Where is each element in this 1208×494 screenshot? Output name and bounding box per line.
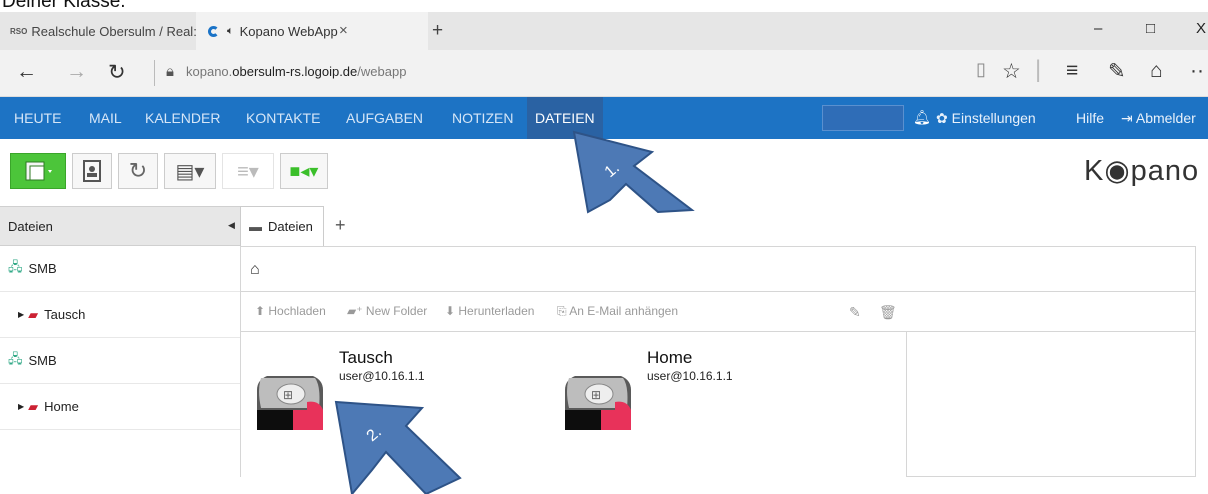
logout-button[interactable]: ⇥ Abmelder: [1121, 110, 1196, 127]
share-icon[interactable]: ⌂: [1150, 59, 1163, 83]
annotation-arrow-2: 2.: [334, 400, 462, 494]
layout-icon: ▤▾: [175, 160, 205, 183]
more-icon[interactable]: ··: [1190, 59, 1204, 83]
browser-tab-bar: RSO Realschule Obersulm / Real: 🔈︎ Kopan…: [0, 12, 1208, 50]
user-name-box[interactable]: [822, 105, 904, 131]
breadcrumb: ⌂: [240, 246, 1196, 292]
file-name: Tausch: [339, 348, 393, 367]
drive-icon: ▰: [28, 306, 39, 322]
file-owner: user@10.16.1.1: [647, 369, 733, 383]
close-window-button[interactable]: X: [1196, 20, 1206, 37]
folder-icon: ▬: [249, 219, 262, 234]
bell-icon[interactable]: 🔔︎: [913, 109, 931, 126]
home-icon[interactable]: ⌂: [250, 261, 260, 279]
browser-tab-title: Realschule Obersulm / Real:: [31, 23, 197, 39]
sidebar-header: Dateien ◀: [0, 206, 240, 246]
address-book-icon: [83, 160, 101, 182]
svg-text:⊞: ⊞: [591, 388, 601, 402]
close-tab-icon[interactable]: ×: [339, 22, 348, 39]
speaker-icon: 🔈︎: [227, 24, 234, 37]
maximize-button[interactable]: □: [1146, 20, 1155, 37]
drive-icon: ▰: [28, 398, 39, 414]
video-camera-icon: ■◂▾: [289, 160, 319, 181]
settings-button[interactable]: ✿ Einstellungen: [936, 110, 1036, 127]
video-call-button[interactable]: ■◂▾: [280, 153, 328, 189]
separator: [154, 60, 155, 86]
lock-icon: 🔒︎: [166, 63, 174, 80]
expand-arrow-icon[interactable]: ▶: [18, 310, 24, 319]
list-icon: ≡▾: [237, 160, 259, 183]
sidebar-item-tausch[interactable]: ▶ ▰ Tausch: [0, 292, 240, 338]
refresh-icon: ↻: [128, 158, 148, 183]
view-layout-button[interactable]: ▤▾: [164, 153, 216, 189]
delete-icon[interactable]: 🗑︎: [879, 304, 897, 321]
file-name: Home: [647, 348, 693, 367]
attach-icon: ⎘: [557, 304, 570, 318]
menu-item-mail[interactable]: MAIL: [89, 110, 122, 126]
network-drive-icon: 🖧︎: [8, 350, 23, 366]
page-top-fragment: Deiner Klasse.: [0, 0, 1208, 12]
menu-item-notizen[interactable]: NOTIZEN: [452, 110, 513, 126]
kopano-favicon-icon: [208, 25, 219, 37]
download-icon: ⬇: [445, 304, 459, 318]
forward-icon[interactable]: →: [66, 60, 87, 84]
browser-tab-realschule[interactable]: RSO Realschule Obersulm / Real:: [0, 12, 197, 50]
list-view-button[interactable]: ≡▾: [222, 153, 274, 189]
expand-arrow-icon[interactable]: ▶: [18, 402, 24, 411]
edit-icon[interactable]: ✎: [849, 304, 861, 321]
browser-address-bar: ← → ↻ 🔒︎ kopano.obersulm-rs.logoip.de/we…: [0, 50, 1208, 97]
separator: |: [1035, 56, 1042, 83]
windows-drive-icon: ⊞: [565, 376, 631, 430]
upload-button[interactable]: ⬆ Hochladen: [255, 304, 326, 318]
logout-icon: ⇥: [1121, 110, 1136, 126]
upload-icon: ⬆: [255, 304, 269, 318]
file-item-home[interactable]: ⊞ Home user@10.16.1.1: [549, 332, 849, 432]
new-file-button[interactable]: [10, 153, 66, 189]
refresh-button[interactable]: ↻: [118, 153, 158, 189]
reading-view-icon[interactable]: ▯: [976, 59, 986, 80]
minimize-button[interactable]: –: [1094, 20, 1102, 37]
sidebar: Dateien ◀ 🖧︎ SMB ▶ ▰ Tausch 🖧︎ SMB ▶ ▰ Home: [0, 206, 240, 494]
add-tab-button[interactable]: +: [335, 215, 346, 236]
favorite-star-icon[interactable]: ☆: [1002, 59, 1021, 84]
sidebar-item-home[interactable]: ▶ ▰ Home: [0, 384, 240, 430]
hub-icon[interactable]: ≡: [1066, 59, 1078, 83]
attach-email-button[interactable]: ⎘ An E-Mail anhängen: [557, 304, 678, 319]
new-tab-button[interactable]: +: [432, 20, 443, 42]
action-bar: ⬆ Hochladen ▰⁺ New Folder ⬇ Herunterlade…: [240, 292, 1196, 332]
new-folder-button[interactable]: ▰⁺ New Folder: [347, 304, 427, 318]
annotation-arrow-1: 1.: [572, 130, 695, 214]
refresh-icon[interactable]: ↻: [108, 60, 126, 85]
help-link[interactable]: Hilfe: [1076, 110, 1104, 126]
network-drive-icon: 🖧︎: [8, 258, 23, 274]
svg-text:⊞: ⊞: [283, 388, 293, 402]
file-owner: user@10.16.1.1: [339, 369, 425, 383]
menu-item-aufgaben[interactable]: AUFGABEN: [346, 110, 423, 126]
panel-tab-bar: ▬ Dateien +: [240, 206, 1208, 246]
preview-pane: [906, 332, 1196, 477]
files-icon: [25, 161, 52, 181]
sidebar-item-smb[interactable]: 🖧︎ SMB: [0, 338, 240, 384]
menu-item-heute[interactable]: HEUTE: [14, 110, 61, 126]
windows-drive-icon: ⊞: [257, 376, 323, 430]
menu-item-kalender[interactable]: KALENDER: [145, 110, 220, 126]
address-book-button[interactable]: [72, 153, 112, 189]
download-button[interactable]: ⬇ Herunterladen: [445, 304, 534, 318]
browser-tab-title: Kopano WebApp: [239, 23, 338, 39]
rso-favicon-icon: RSO: [10, 26, 28, 36]
web-note-icon[interactable]: ✎: [1108, 59, 1126, 84]
tab-dateien[interactable]: ▬ Dateien: [240, 206, 324, 246]
kopano-logo: K◉pano: [1084, 155, 1200, 187]
menu-item-kontakte[interactable]: KONTAKTE: [246, 110, 320, 126]
new-folder-icon: ▰⁺: [347, 304, 366, 318]
collapse-arrow-icon[interactable]: ◀: [228, 220, 235, 231]
url-field[interactable]: kopano.obersulm-rs.logoip.de/webapp: [186, 64, 406, 79]
gear-icon: ✿: [936, 110, 952, 126]
browser-tab-kopano[interactable]: 🔈︎ Kopano WebApp ×: [196, 12, 428, 50]
back-icon[interactable]: ←: [16, 60, 37, 84]
sidebar-item-smb[interactable]: 🖧︎ SMB: [0, 246, 240, 292]
